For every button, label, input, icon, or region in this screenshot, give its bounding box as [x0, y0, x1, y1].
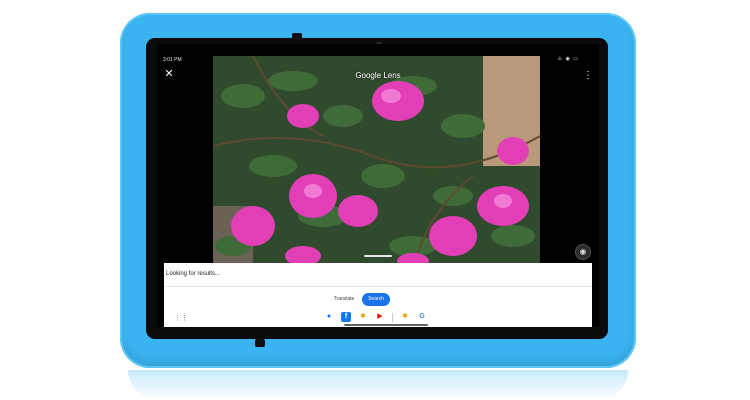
navigation-handle[interactable] [344, 324, 428, 326]
google-icon[interactable]: G [417, 312, 427, 322]
camera-icon: ◉ [579, 247, 587, 256]
case-bottom-notch [255, 339, 265, 347]
google-photos-icon[interactable]: ✱ [400, 312, 410, 322]
taskbar-dock: ● f ✱ ▶ ✱ G [324, 311, 427, 323]
tablet-screen: 3:01 PM ⚠ ◉ ▭ ✕ ⋮ Google Lens ◉ Looking … [157, 44, 599, 327]
status-time: 3:01 PM [163, 57, 182, 63]
youtube-icon[interactable]: ▶ [375, 312, 385, 322]
messages-icon[interactable]: ● [324, 312, 334, 322]
status-icons: ⚠ ◉ ▭ [557, 56, 579, 62]
sheet-divider [164, 286, 592, 287]
mode-search-tab[interactable]: Search [362, 293, 390, 306]
grid-icon: ⋮⋮ [174, 315, 188, 322]
sheet-drag-handle[interactable] [364, 255, 392, 257]
lens-title: Google Lens [355, 71, 401, 80]
device-reflection [128, 370, 628, 400]
google-photos-icon[interactable]: ✱ [358, 312, 368, 322]
case-top-notch [292, 33, 302, 40]
loading-status: Looking for results... [166, 271, 221, 277]
app-drawer-button[interactable]: ⋮⋮ [174, 314, 188, 322]
bougainvillea-photo [213, 56, 540, 264]
shutter-button[interactable]: ◉ [575, 244, 591, 260]
camera-photo[interactable] [213, 56, 540, 264]
results-sheet: Looking for results... Translate Search … [164, 263, 592, 327]
dock-separator [392, 312, 393, 322]
facebook-icon[interactable]: f [341, 312, 351, 322]
mode-translate-tab[interactable]: Translate [328, 294, 360, 305]
